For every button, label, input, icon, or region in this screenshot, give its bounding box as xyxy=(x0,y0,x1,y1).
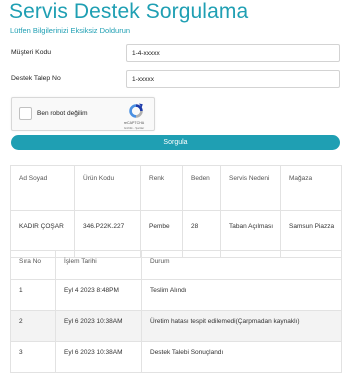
recaptcha-brand: reCAPTCHA xyxy=(123,121,145,125)
date-cell: Eyl 4 2023 8:48PM xyxy=(55,279,142,311)
column-header: Durum xyxy=(141,250,342,280)
request-no-label: Destek Talep No xyxy=(11,75,61,82)
page: Servis Destek Sorgulama Lütfen Bilgileri… xyxy=(0,0,350,373)
column-header: Ürün Kodu xyxy=(74,165,141,211)
recaptcha-label: Ben robot değilim xyxy=(37,110,88,117)
table-row: 3 Eyl 6 2023 10:38AM Destek Talebi Sonuç… xyxy=(10,341,342,373)
recaptcha-widget: Ben robot değilim reCAPTCHA Gizlilik - Ş… xyxy=(11,97,155,131)
row-number-cell: 3 xyxy=(10,341,56,373)
submit-button[interactable]: Sorgula xyxy=(11,135,340,150)
customer-code-label: Müşteri Kodu xyxy=(11,49,52,56)
column-header: Servis Nedeni xyxy=(220,165,281,211)
status-table-header-row: Sıra No İşlem Tarihi Durum xyxy=(10,250,342,280)
column-header: Mağaza xyxy=(280,165,342,211)
column-header: Ad Soyad xyxy=(10,165,75,211)
recaptcha-links[interactable]: Gizlilik - Şartlar xyxy=(112,126,156,130)
status-cell: Destek Talebi Sonuçlandı xyxy=(141,341,342,373)
row-number-cell: 1 xyxy=(10,279,56,311)
date-cell: Eyl 6 2023 10:38AM xyxy=(55,310,142,342)
status-cell: Teslim Alındı xyxy=(141,279,342,311)
request-no-input[interactable] xyxy=(126,70,340,88)
column-header: Sıra No xyxy=(10,250,56,280)
recaptcha-logo-icon xyxy=(129,103,143,118)
page-subtitle: Lütfen Bilgilerinizi Eksiksiz Doldurun xyxy=(10,26,131,35)
column-header: Renk xyxy=(140,165,183,211)
product-table-header-row: Ad Soyad Ürün Kodu Renk Beden Servis Ned… xyxy=(10,165,342,211)
column-header: Beden xyxy=(182,165,221,211)
product-table: Ad Soyad Ürün Kodu Renk Beden Servis Ned… xyxy=(10,165,342,258)
date-cell: Eyl 6 2023 10:38AM xyxy=(55,341,142,373)
column-header: İşlem Tarihi xyxy=(55,250,142,280)
table-row: 2 Eyl 6 2023 10:38AM Üretim hatası tespi… xyxy=(10,310,342,342)
status-table: Sıra No İşlem Tarihi Durum 1 Eyl 4 2023 … xyxy=(10,250,342,373)
page-title: Servis Destek Sorgulama xyxy=(9,0,249,23)
recaptcha-checkbox[interactable] xyxy=(19,107,32,120)
row-number-cell: 2 xyxy=(10,310,56,342)
customer-code-input[interactable] xyxy=(126,44,340,62)
status-cell: Üretim hatası tespit edilemedi(Çarpmadan… xyxy=(141,310,342,342)
table-row: 1 Eyl 4 2023 8:48PM Teslim Alındı xyxy=(10,279,342,311)
